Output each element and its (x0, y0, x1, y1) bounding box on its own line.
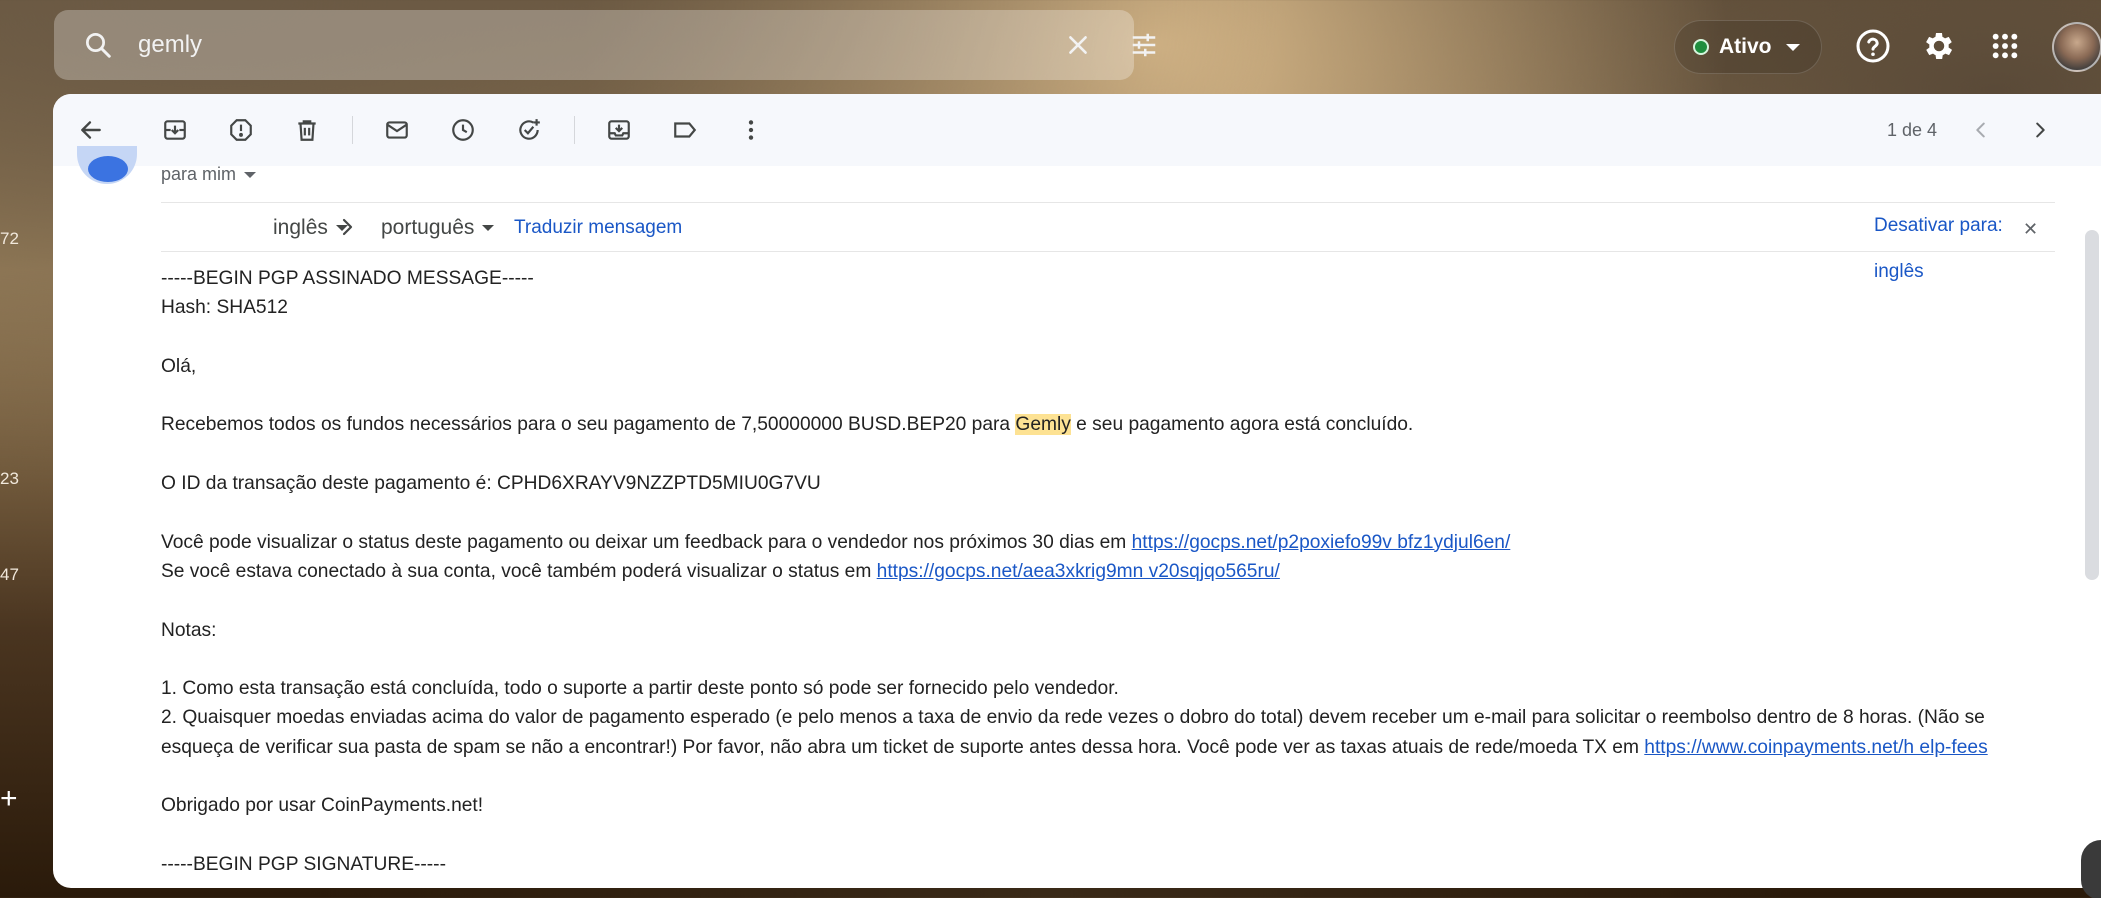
delete-trash-icon[interactable] (289, 112, 325, 148)
body-line: Hash: SHA512 (161, 297, 288, 319)
label-tag-icon[interactable] (667, 112, 703, 148)
message-toolbar: 1 de 4 (53, 94, 2101, 166)
body-text-segment: e seu pagamento agora está concluído. (1070, 414, 1414, 436)
status-dot-icon (1693, 39, 1709, 55)
scrollbar[interactable] (2085, 230, 2099, 580)
move-to-icon[interactable] (601, 112, 637, 148)
body-line: Notas: (161, 619, 217, 641)
toolbar-divider (574, 116, 575, 144)
status-selector[interactable]: Ativo (1674, 20, 1822, 74)
source-language-label: inglês (273, 216, 328, 239)
add-icon[interactable]: + (0, 782, 18, 816)
chevron-left-icon[interactable] (1963, 112, 1999, 148)
chevron-down-icon (1785, 43, 1800, 51)
more-vert-icon[interactable] (733, 112, 769, 148)
message-panel: 1 de 4 para mim inglês português Traduzi… (53, 94, 2101, 888)
settings-gear-icon[interactable] (1917, 24, 1961, 68)
body-line: Obrigado por usar CoinPayments.net! (161, 795, 484, 817)
add-task-icon[interactable] (511, 112, 547, 148)
side-number: 23 (0, 469, 19, 488)
body-line: Olá, (161, 355, 197, 377)
recipient-line[interactable]: para mim (161, 164, 257, 185)
recipient-label: para mim (161, 164, 237, 184)
search-input[interactable]: gemly (138, 10, 202, 80)
side-number: 47 (0, 565, 19, 584)
body-line: -----BEGIN PGP ASSINADO MESSAGE----- (161, 268, 534, 289)
body-line: 2. Quaisquer moedas enviadas acima do va… (161, 703, 2061, 762)
payment-status-link[interactable]: https://gocps.net/p2poxiefo99v bfz1ydjul… (1132, 532, 1511, 553)
archive-icon[interactable] (157, 112, 193, 148)
status-label: Ativo (1719, 35, 1772, 58)
translate-message-link[interactable]: Traduzir mensagem (514, 203, 682, 253)
filter-options-icon[interactable] (1124, 25, 1164, 65)
chevron-down-icon (244, 171, 257, 178)
search-bar[interactable]: gemly (54, 10, 1156, 80)
body-line: O ID da transação deste pagamento é: CPH… (161, 473, 821, 495)
pagination-text: 1 de 4 (1887, 120, 1938, 140)
help-icon[interactable] (1851, 24, 1895, 68)
back-arrow-icon[interactable] (73, 112, 109, 148)
mark-unread-mail-icon[interactable] (379, 112, 415, 148)
search-highlight: Gemly (1015, 414, 1071, 436)
body-line: Você pode visualizar o status deste paga… (161, 528, 2061, 557)
chevron-down-icon (482, 225, 495, 231)
body-line: 1. Como esta transação está concluída, t… (161, 678, 1119, 700)
account-status-link[interactable]: https://gocps.net/aea3xkrig9mn v20sqjqo5… (877, 561, 1280, 582)
close-icon[interactable] (1058, 25, 1098, 65)
apps-grid-icon[interactable] (1983, 24, 2027, 68)
close-icon[interactable]: ✕ (2023, 219, 2038, 240)
body-line: Se você estava conectado à sua conta, vo… (161, 557, 2061, 586)
search-icon[interactable] (78, 25, 118, 65)
help-fees-link[interactable]: https://www.coinpayments.net/h elp-fees (1644, 737, 1987, 758)
chevron-right-icon[interactable] (2022, 112, 2058, 148)
translate-bar: inglês português Traduzir mensagem Desat… (161, 202, 2055, 282)
message-body: -----BEGIN PGP ASSINADO MESSAGE----- Has… (161, 264, 2061, 879)
side-number: 72 (0, 229, 19, 248)
chevron-right-icon (335, 215, 359, 244)
body-text-segment: Se você estava conectado à sua conta, vo… (161, 560, 877, 582)
body-text-segment: Você pode visualizar o status deste paga… (161, 531, 1132, 553)
toolbar-divider (352, 116, 353, 144)
side-panel-toggle[interactable] (2081, 840, 2101, 898)
report-spam-icon[interactable] (223, 112, 259, 148)
target-language-select[interactable]: português (381, 203, 495, 253)
body-line: -----BEGIN PGP SIGNATURE----- (161, 853, 446, 875)
target-language-label: português (381, 216, 475, 239)
sender-avatar[interactable] (77, 146, 137, 184)
body-line: Recebemos todos os fundos necessários pa… (161, 410, 2061, 439)
body-text-segment: Recebemos todos os fundos necessários pa… (161, 414, 1016, 436)
snooze-clock-icon[interactable] (445, 112, 481, 148)
account-avatar[interactable] (2052, 22, 2101, 72)
